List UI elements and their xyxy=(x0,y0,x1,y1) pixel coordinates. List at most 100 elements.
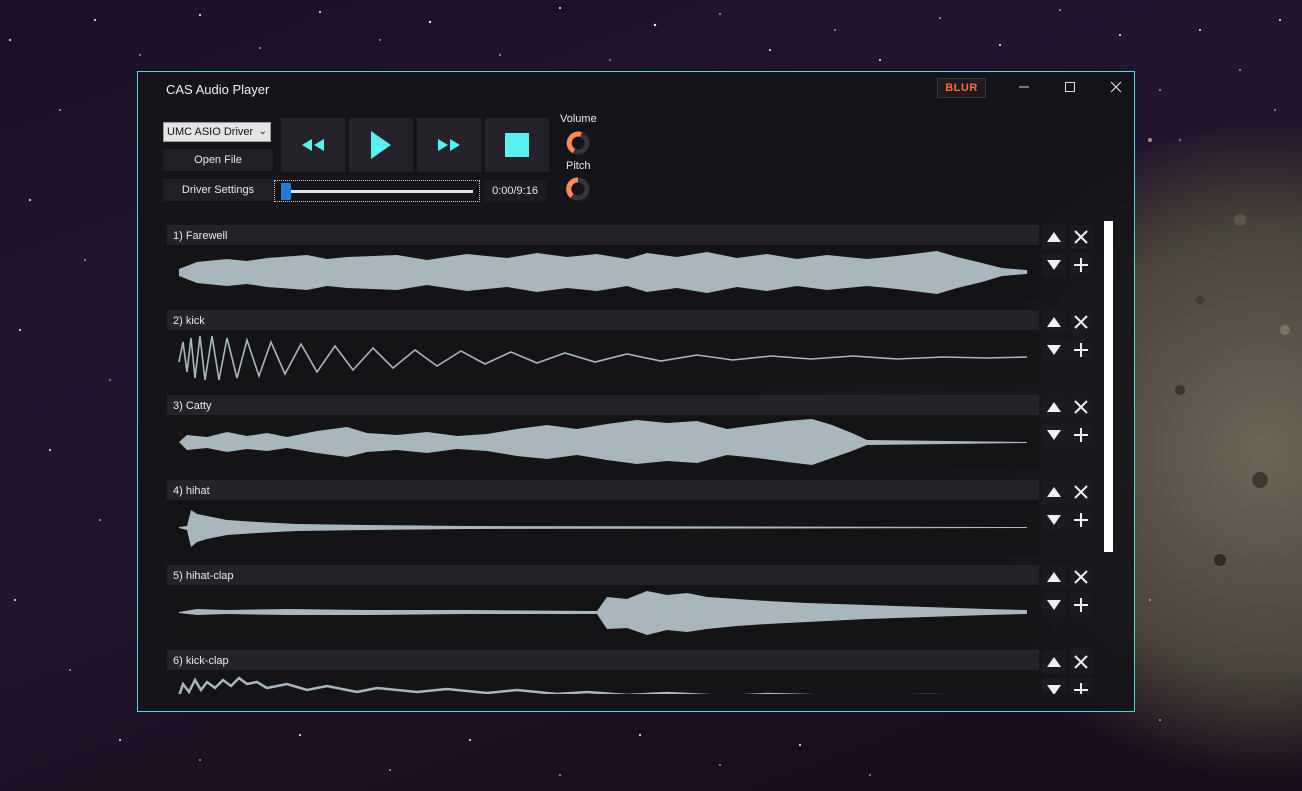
close-icon xyxy=(1074,655,1088,669)
triangle-up-icon xyxy=(1047,402,1061,412)
track-header[interactable]: 6) kick-clap xyxy=(167,650,1039,670)
seek-track xyxy=(285,190,473,193)
move-down-button[interactable] xyxy=(1042,508,1066,532)
track-header[interactable]: 2) kick xyxy=(167,310,1039,330)
plus-icon xyxy=(1074,598,1088,612)
plus-icon xyxy=(1074,513,1088,527)
rewind-icon xyxy=(302,139,324,151)
list-item: 6) kick-clap xyxy=(166,650,1096,694)
move-up-button[interactable] xyxy=(1042,395,1066,419)
stop-button[interactable] xyxy=(485,118,549,172)
driver-settings-button[interactable]: Driver Settings xyxy=(163,179,273,201)
add-track-button[interactable] xyxy=(1069,253,1093,277)
list-item: 3) Catty xyxy=(166,395,1096,475)
track-list-scrollbar[interactable] xyxy=(1104,221,1113,552)
triangle-up-icon xyxy=(1047,487,1061,497)
track-name: 4) hihat xyxy=(173,485,210,497)
plus-icon xyxy=(1074,428,1088,442)
remove-track-button[interactable] xyxy=(1069,565,1093,589)
move-down-button[interactable] xyxy=(1042,338,1066,362)
close-icon xyxy=(1074,485,1088,499)
stop-icon xyxy=(505,133,529,157)
list-item: 5) hihat-clap xyxy=(166,565,1096,645)
seek-thumb[interactable] xyxy=(281,183,291,200)
track-header[interactable]: 5) hihat-clap xyxy=(167,565,1039,585)
blur-button[interactable]: BLUR xyxy=(937,78,986,98)
triangle-down-icon xyxy=(1047,345,1061,355)
move-down-button[interactable] xyxy=(1042,253,1066,277)
close-button[interactable] xyxy=(1096,76,1136,100)
add-track-button[interactable] xyxy=(1069,678,1093,694)
time-display: 0:00/9:16 xyxy=(484,180,546,202)
driver-select-value: UMC ASIO Driver xyxy=(167,126,254,138)
pitch-knob[interactable] xyxy=(565,176,591,202)
close-icon xyxy=(1074,400,1088,414)
list-item: 1) Farewell xyxy=(166,225,1096,305)
remove-track-button[interactable] xyxy=(1069,310,1093,334)
remove-track-button[interactable] xyxy=(1069,650,1093,674)
track-header[interactable]: 3) Catty xyxy=(167,395,1039,415)
fast-forward-button[interactable] xyxy=(417,118,481,172)
add-track-button[interactable] xyxy=(1069,423,1093,447)
maximize-icon xyxy=(1065,82,1075,92)
waveform[interactable] xyxy=(167,330,1039,385)
move-down-button[interactable] xyxy=(1042,678,1066,694)
close-icon xyxy=(1074,315,1088,329)
triangle-down-icon xyxy=(1047,685,1061,694)
remove-track-button[interactable] xyxy=(1069,225,1093,249)
triangle-up-icon xyxy=(1047,572,1061,582)
remove-track-button[interactable] xyxy=(1069,480,1093,504)
move-up-button[interactable] xyxy=(1042,565,1066,589)
window-title: CAS Audio Player xyxy=(166,82,270,97)
open-file-button[interactable]: Open File xyxy=(163,149,273,171)
seek-slider[interactable] xyxy=(274,180,480,202)
triangle-down-icon xyxy=(1047,515,1061,525)
list-item: 2) kick xyxy=(166,310,1096,390)
remove-track-button[interactable] xyxy=(1069,395,1093,419)
waveform[interactable] xyxy=(167,415,1039,470)
waveform[interactable] xyxy=(167,670,1039,694)
waveform[interactable] xyxy=(167,585,1039,640)
track-header[interactable]: 1) Farewell xyxy=(167,225,1039,245)
triangle-up-icon xyxy=(1047,232,1061,242)
plus-icon xyxy=(1074,343,1088,357)
add-track-button[interactable] xyxy=(1069,593,1093,617)
volume-knob[interactable] xyxy=(565,130,591,156)
add-track-button[interactable] xyxy=(1069,508,1093,532)
triangle-up-icon xyxy=(1047,317,1061,327)
maximize-button[interactable] xyxy=(1050,76,1090,100)
close-icon xyxy=(1110,81,1122,93)
chevron-down-icon: ⌄ xyxy=(258,126,267,137)
move-up-button[interactable] xyxy=(1042,480,1066,504)
move-up-button[interactable] xyxy=(1042,225,1066,249)
triangle-down-icon xyxy=(1047,430,1061,440)
close-icon xyxy=(1074,570,1088,584)
app-window: CAS Audio Player BLUR UMC ASIO Driver ⌄ … xyxy=(137,71,1135,712)
waveform[interactable] xyxy=(167,500,1039,555)
minimize-button[interactable] xyxy=(1004,76,1044,100)
play-icon xyxy=(371,131,391,159)
track-name: 6) kick-clap xyxy=(173,655,229,667)
rewind-button[interactable] xyxy=(281,118,345,172)
waveform[interactable] xyxy=(167,245,1039,300)
add-track-button[interactable] xyxy=(1069,338,1093,362)
close-icon xyxy=(1074,230,1088,244)
triangle-down-icon xyxy=(1047,600,1061,610)
track-name: 2) kick xyxy=(173,315,205,327)
move-down-button[interactable] xyxy=(1042,593,1066,617)
move-up-button[interactable] xyxy=(1042,650,1066,674)
triangle-down-icon xyxy=(1047,260,1061,270)
volume-label: Volume xyxy=(560,113,597,125)
driver-select[interactable]: UMC ASIO Driver ⌄ xyxy=(163,122,271,142)
plus-icon xyxy=(1074,683,1088,694)
move-down-button[interactable] xyxy=(1042,423,1066,447)
plus-icon xyxy=(1074,258,1088,272)
track-name: 5) hihat-clap xyxy=(173,570,234,582)
play-button[interactable] xyxy=(349,118,413,172)
pitch-label: Pitch xyxy=(566,160,591,172)
triangle-up-icon xyxy=(1047,657,1061,667)
fast-forward-icon xyxy=(438,139,460,151)
move-up-button[interactable] xyxy=(1042,310,1066,334)
track-name: 3) Catty xyxy=(173,400,212,412)
track-header[interactable]: 4) hihat xyxy=(167,480,1039,500)
